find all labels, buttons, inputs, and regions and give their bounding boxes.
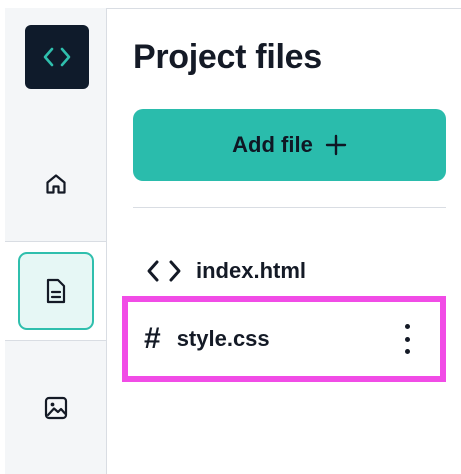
sidebar-item-images[interactable] — [5, 368, 106, 448]
plus-icon — [325, 134, 347, 156]
image-icon — [44, 396, 67, 420]
add-file-button[interactable]: Add file — [133, 109, 446, 181]
home-icon — [45, 174, 66, 194]
sidebar-item-files[interactable] — [5, 241, 106, 341]
kebab-menu-icon[interactable] — [400, 324, 414, 354]
page-title: Project files — [133, 38, 322, 76]
file-name: index.html — [196, 258, 307, 283]
file-item-style-css[interactable]: # style.css — [122, 296, 446, 382]
file-name: style.css — [176, 326, 270, 351]
sidebar-item-home[interactable] — [5, 144, 106, 224]
divider — [133, 207, 446, 208]
logo-button[interactable] — [25, 25, 89, 89]
file-icon — [46, 278, 65, 304]
sidebar — [5, 8, 107, 474]
sidebar-item-files-active — [17, 252, 94, 330]
hash-icon: # — [144, 322, 161, 355]
add-file-button-label: Add file — [232, 132, 313, 157]
code-brackets-icon — [43, 47, 71, 67]
file-item-index-html[interactable]: index.html — [146, 250, 456, 292]
code-brackets-icon — [147, 260, 181, 282]
